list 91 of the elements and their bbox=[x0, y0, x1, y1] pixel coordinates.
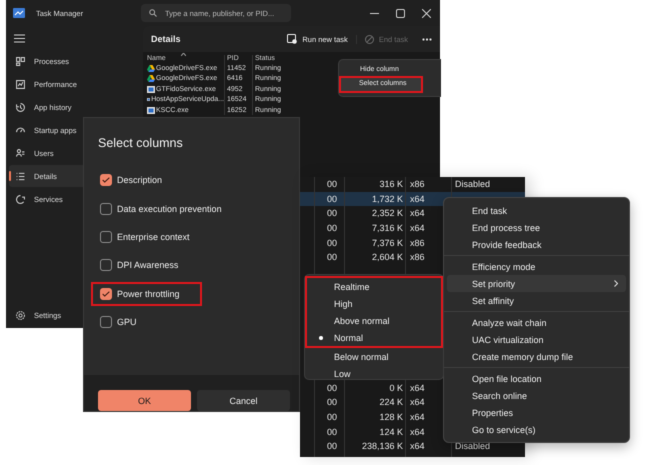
app-icon bbox=[147, 86, 155, 93]
menu-item[interactable]: Analyze wait chain bbox=[447, 314, 626, 331]
table-cell: 00 bbox=[327, 382, 338, 393]
option-label: Power throttling bbox=[117, 288, 180, 299]
table-cell: 00 bbox=[327, 252, 338, 262]
menu-item[interactable]: Low bbox=[305, 365, 443, 382]
option-label: Description bbox=[117, 175, 162, 186]
table-cell: 00 bbox=[327, 179, 338, 190]
checkbox[interactable] bbox=[100, 230, 112, 243]
block-icon bbox=[364, 34, 374, 44]
menu-item[interactable]: Above normal bbox=[305, 312, 441, 329]
menu-item[interactable]: Below normal bbox=[305, 348, 443, 365]
menu-item[interactable]: Set priority bbox=[447, 275, 626, 292]
ok-button[interactable]: OK bbox=[98, 390, 191, 411]
checkbox[interactable] bbox=[100, 174, 112, 186]
page-title: Details bbox=[151, 34, 181, 44]
table-cell: 128 K bbox=[379, 412, 403, 422]
menu-item[interactable]: Efficiency mode bbox=[447, 258, 626, 275]
app-icon bbox=[147, 96, 150, 104]
table-cell: 2,604 K bbox=[372, 252, 403, 262]
table-cell: x86 bbox=[410, 252, 425, 262]
table-cell: 0 K bbox=[389, 382, 403, 393]
menu-item[interactable]: End process tree bbox=[447, 219, 626, 236]
option-label: GPU bbox=[117, 317, 137, 328]
table-cell: x86 bbox=[410, 238, 425, 248]
table-row[interactable]: 00 238,136 K x64 Disabled bbox=[300, 438, 525, 454]
search-icon bbox=[149, 9, 157, 17]
table-cell: x64 bbox=[410, 441, 425, 452]
table-cell: 00 bbox=[327, 208, 338, 218]
checkbox[interactable] bbox=[100, 316, 112, 328]
dialog-title: Select columns bbox=[98, 136, 184, 150]
menu-item[interactable]: Open file location bbox=[447, 370, 626, 387]
close-icon[interactable] bbox=[422, 8, 431, 18]
menu-item[interactable]: Search online bbox=[447, 387, 626, 404]
table-cell: 00 bbox=[327, 194, 338, 204]
menu-item[interactable]: UAC virtualization bbox=[447, 331, 626, 348]
table-cell: 00 bbox=[327, 223, 338, 234]
table-cell: 00 bbox=[327, 426, 338, 437]
table-cell: 124 K bbox=[379, 426, 403, 437]
table-cell: 00 bbox=[327, 441, 338, 452]
table-row[interactable]: 00 316 K x86 Disabled bbox=[300, 177, 525, 192]
table-cell: 00 bbox=[327, 238, 338, 248]
menu-item[interactable]: Go to service(s) bbox=[447, 421, 626, 438]
drive-icon bbox=[147, 65, 155, 72]
table-cell: 7,316 K bbox=[372, 223, 403, 234]
users-icon bbox=[15, 148, 26, 158]
processes-icon bbox=[15, 56, 26, 66]
table-cell: x64 bbox=[410, 412, 425, 422]
app-icon bbox=[147, 106, 155, 114]
history-icon bbox=[15, 102, 26, 112]
table-cell: 316 K bbox=[379, 179, 403, 190]
run-icon bbox=[287, 34, 298, 44]
menu-item[interactable]: Realtime bbox=[305, 278, 441, 295]
menu-item[interactable]: Properties bbox=[447, 404, 626, 421]
drive-icon bbox=[147, 75, 155, 82]
menu-item[interactable]: Provide feedback bbox=[447, 236, 626, 253]
table-cell: x64 bbox=[410, 194, 425, 204]
table-cell: Disabled bbox=[455, 441, 490, 452]
table-cell: 2,352 K bbox=[372, 208, 403, 218]
checkbox[interactable] bbox=[100, 288, 112, 300]
option-label: Data execution prevention bbox=[117, 204, 222, 214]
table-cell: x64 bbox=[410, 208, 425, 218]
table-cell: 224 K bbox=[379, 397, 403, 408]
menu-item[interactable]: Create memory dump file bbox=[447, 348, 626, 365]
table-cell: x64 bbox=[410, 397, 425, 408]
checkbox[interactable] bbox=[100, 202, 112, 215]
table-cell: 1,732 K bbox=[372, 194, 403, 204]
table-cell: x64 bbox=[410, 223, 425, 234]
maximize-icon[interactable] bbox=[396, 8, 405, 18]
table-cell: x64 bbox=[410, 382, 425, 393]
more-icon[interactable] bbox=[422, 38, 432, 40]
menu-item[interactable]: High bbox=[305, 295, 441, 312]
table-cell: 7,376 K bbox=[372, 238, 403, 248]
list-icon bbox=[15, 170, 26, 182]
option-label: Enterprise context bbox=[117, 232, 190, 242]
table-cell: 238,136 K bbox=[362, 441, 403, 452]
option-label: DPI Awareness bbox=[117, 260, 178, 270]
gear-icon bbox=[15, 310, 26, 320]
checkbox[interactable] bbox=[100, 259, 112, 272]
sort-icon bbox=[181, 53, 186, 56]
table-cell: x64 bbox=[410, 426, 425, 437]
table-cell: 00 bbox=[327, 412, 338, 422]
menu-item[interactable]: Normal bbox=[305, 329, 441, 346]
table-cell: Disabled bbox=[455, 179, 490, 190]
app-icon bbox=[13, 8, 25, 18]
chart-icon bbox=[15, 78, 26, 90]
menu-item[interactable]: Set affinity bbox=[447, 292, 626, 309]
cancel-button[interactable]: Cancel bbox=[197, 390, 290, 411]
table-cell: 00 bbox=[327, 397, 338, 408]
table-cell: x86 bbox=[410, 179, 425, 190]
menu-icon[interactable] bbox=[14, 34, 25, 42]
